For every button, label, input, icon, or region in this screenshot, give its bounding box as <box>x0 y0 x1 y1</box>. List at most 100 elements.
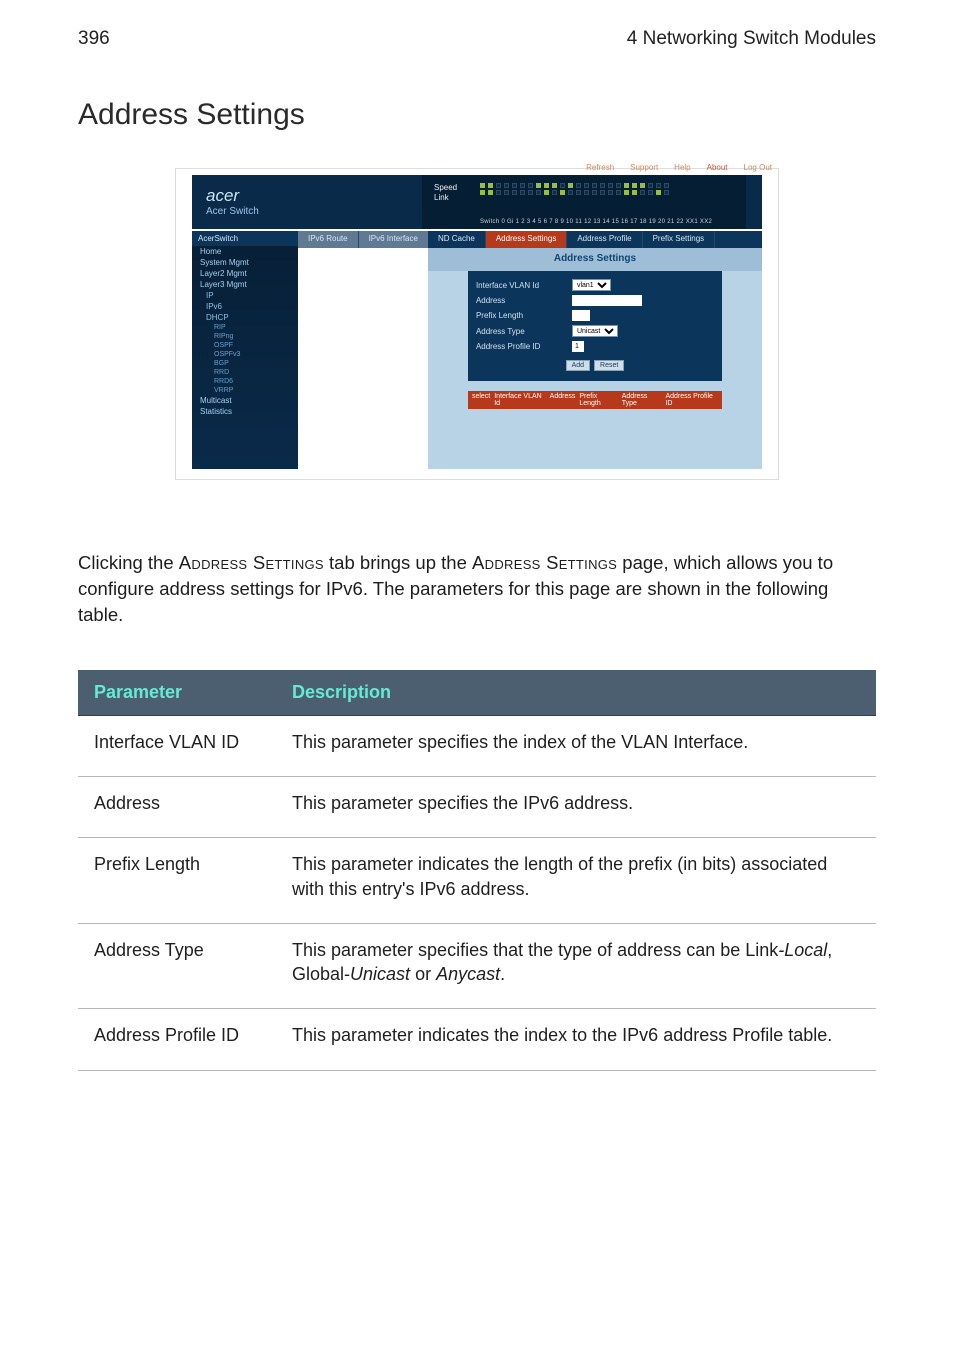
sidebar-item-vrrp[interactable]: VRRP <box>192 386 298 395</box>
label-address: Address <box>476 296 566 305</box>
table-row: Interface VLAN ID This parameter specifi… <box>78 715 876 776</box>
tab-address-settings[interactable]: Address Settings <box>486 231 567 248</box>
cell-desc: This parameter specifies the index of th… <box>276 715 876 776</box>
desc-mid1: tab brings up the <box>324 552 472 573</box>
cell-param: Address Profile ID <box>78 1009 276 1070</box>
cell-param: Address <box>78 776 276 837</box>
sidebar-item-ipv6[interactable]: IPv6 <box>192 301 298 312</box>
link-support[interactable]: Support <box>630 163 658 172</box>
sidebar-item-ospfv3[interactable]: OSPFv3 <box>192 350 298 359</box>
desc-sc2: Address Settings <box>472 552 617 573</box>
th-parameter: Parameter <box>78 670 276 716</box>
parameters-table: Parameter Description Interface VLAN ID … <box>78 670 876 1071</box>
sidebar-item-rrd6[interactable]: RRD6 <box>192 377 298 386</box>
form-buttons: Add Reset <box>476 360 714 371</box>
link-about[interactable]: About <box>707 163 728 172</box>
sidebar-item-ospf[interactable]: OSPF <box>192 341 298 350</box>
content-tabs: ND Cache Address Settings Address Profil… <box>428 231 762 248</box>
port-panel: Speed Link Switch 0 Gi 1 2 3 4 5 6 7 8 9… <box>422 175 746 229</box>
page-number: 396 <box>78 28 110 50</box>
content-title: Address Settings <box>428 248 762 271</box>
col-interface-vlan-id: Interface VLAN Id <box>494 393 545 407</box>
tab-address-profile[interactable]: Address Profile <box>567 231 642 248</box>
table-row: Address Type This parameter specifies th… <box>78 923 876 1009</box>
col-select: select <box>472 393 490 407</box>
label-address-type: Address Type <box>476 327 566 336</box>
cell-desc: This parameter specifies the IPv6 addres… <box>276 776 876 837</box>
nav-tab-ipv6-route[interactable]: IPv6 Route <box>298 231 359 248</box>
select-interface-vlan-id[interactable]: vlan1 <box>572 279 611 291</box>
port-label-link: Link <box>434 193 457 203</box>
port-dots <box>480 183 738 195</box>
label-address-profile-id: Address Profile ID <box>476 342 566 351</box>
tab-nd-cache[interactable]: ND Cache <box>428 231 486 248</box>
nav-tabs: IPv6 Route IPv6 Interface <box>298 231 429 248</box>
main-panel: ND Cache Address Settings Address Profil… <box>428 231 762 469</box>
col-address-profile-id: Address Profile ID <box>665 393 718 407</box>
label-interface-vlan-id: Interface VLAN Id <box>476 281 566 290</box>
desc-mid2: or <box>410 964 436 984</box>
form-row-interface-vlan-id: Interface VLAN Id vlan1 <box>476 277 714 293</box>
desc-italic-local: -Local <box>778 940 827 960</box>
sidebar-item-rip[interactable]: RIP <box>192 323 298 332</box>
screenshot-figure: Refresh Support Help About Log Out acer … <box>78 168 876 480</box>
cell-desc: This parameter specifies that the type o… <box>276 923 876 1009</box>
screenshot: Refresh Support Help About Log Out acer … <box>175 168 779 480</box>
col-prefix-length: Prefix Length <box>579 393 617 407</box>
port-numbers: Switch 0 Gi 1 2 3 4 5 6 7 8 9 10 11 12 1… <box>480 219 738 225</box>
sidebar-item-system-mgmt[interactable]: System Mgmt <box>192 257 298 268</box>
link-refresh[interactable]: Refresh <box>586 163 614 172</box>
sidebar: AcerSwitch Home System Mgmt Layer2 Mgmt … <box>192 231 298 469</box>
brand: acer Acer Switch <box>192 187 322 217</box>
top-nav-links: Refresh Support Help About Log Out <box>586 163 772 172</box>
sidebar-item-layer3-mgmt[interactable]: Layer3 Mgmt <box>192 279 298 290</box>
description-paragraph: Clicking the Address Settings tab brings… <box>78 550 876 628</box>
button-add[interactable]: Add <box>566 360 590 371</box>
desc-sc1: Address Settings <box>179 552 324 573</box>
link-logout[interactable]: Log Out <box>744 163 772 172</box>
link-help[interactable]: Help <box>674 163 690 172</box>
table-row: Prefix Length This parameter indicates t… <box>78 838 876 924</box>
button-reset[interactable]: Reset <box>594 360 624 371</box>
table-row: Address Profile ID This parameter indica… <box>78 1009 876 1070</box>
input-address[interactable] <box>572 295 642 306</box>
input-address-profile-id[interactable] <box>572 341 584 352</box>
desc-post: . <box>500 964 505 984</box>
result-table-header: select Interface VLAN Id Address Prefix … <box>468 391 722 409</box>
brand-name: acer <box>206 187 322 206</box>
desc-pre: This parameter specifies that the type o… <box>292 940 778 960</box>
sidebar-item-rrd[interactable]: RRD <box>192 368 298 377</box>
th-description: Description <box>276 670 876 716</box>
port-labels: Speed Link <box>434 183 457 204</box>
tab-prefix-settings[interactable]: Prefix Settings <box>643 231 716 248</box>
label-prefix-length: Prefix Length <box>476 311 566 320</box>
body-layout: AcerSwitch Home System Mgmt Layer2 Mgmt … <box>192 231 762 469</box>
sidebar-item-layer2-mgmt[interactable]: Layer2 Mgmt <box>192 268 298 279</box>
sidebar-item-ip[interactable]: IP <box>192 290 298 301</box>
input-prefix-length[interactable] <box>572 310 590 321</box>
sidebar-item-ripng[interactable]: RIPng <box>192 332 298 341</box>
form-row-address: Address <box>476 293 714 308</box>
sidebar-item-home[interactable]: Home <box>192 246 298 257</box>
nav-tab-ipv6-interface[interactable]: IPv6 Interface <box>359 231 429 248</box>
table-row: Address This parameter specifies the IPv… <box>78 776 876 837</box>
col-address-type: Address Type <box>622 393 662 407</box>
sidebar-title: AcerSwitch <box>192 231 298 246</box>
cell-desc: This parameter indicates the length of t… <box>276 838 876 924</box>
page-header: 396 4 Networking Switch Modules <box>78 28 876 50</box>
sidebar-item-multicast[interactable]: Multicast <box>192 395 298 406</box>
brand-subtitle: Acer Switch <box>206 206 322 217</box>
desc-italic-unicast: Unicast <box>350 964 410 984</box>
cell-param: Prefix Length <box>78 838 276 924</box>
form-row-address-type: Address Type Unicast <box>476 323 714 339</box>
select-address-type[interactable]: Unicast <box>572 325 618 337</box>
sidebar-item-bgp[interactable]: BGP <box>192 359 298 368</box>
col-address: Address <box>550 393 576 407</box>
port-label-speed: Speed <box>434 183 457 193</box>
topbar: acer Acer Switch Speed Link Switch 0 Gi … <box>192 175 762 229</box>
chapter-title: 4 Networking Switch Modules <box>627 28 876 50</box>
sidebar-item-dhcp[interactable]: DHCP <box>192 312 298 323</box>
form-row-address-profile-id: Address Profile ID <box>476 339 714 354</box>
sidebar-item-statistics[interactable]: Statistics <box>192 406 298 417</box>
sidebar-list: Home System Mgmt Layer2 Mgmt Layer3 Mgmt… <box>192 246 298 417</box>
